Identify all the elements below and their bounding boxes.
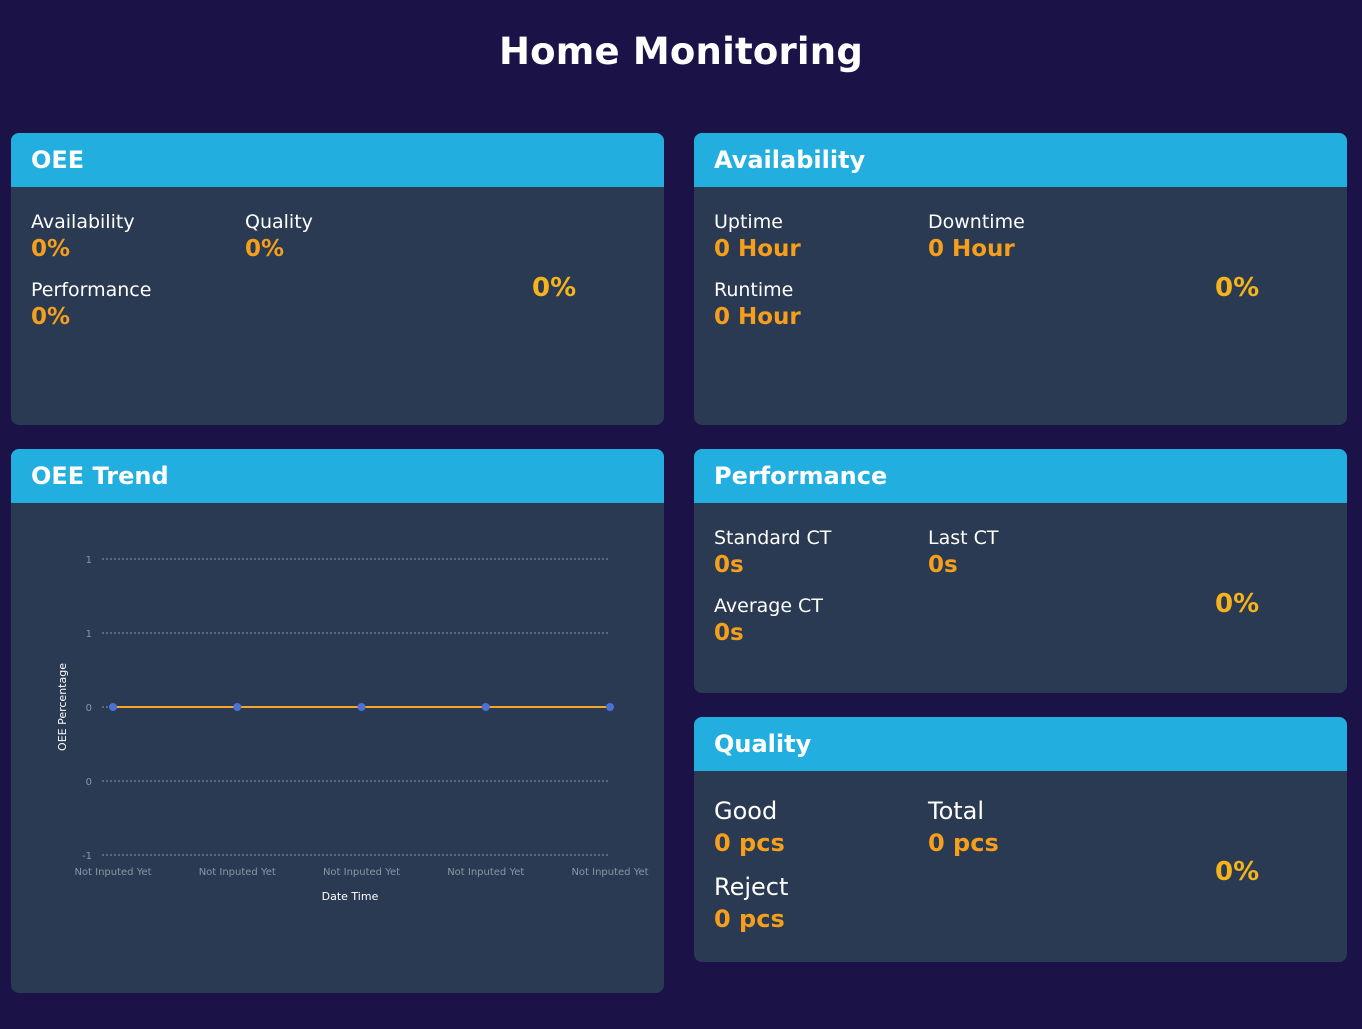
- quality-card: Quality Good 0 pcs Total 0 pcs Reject 0 …: [694, 717, 1347, 962]
- chart-y-tick-label: -1: [82, 851, 92, 862]
- chart-x-tick-label: Not Inputed Yet: [571, 867, 648, 878]
- good-value: 0 pcs: [714, 829, 785, 857]
- chart-data-point[interactable]: [233, 703, 242, 711]
- total-value: 0 pcs: [928, 829, 999, 857]
- standard-ct-label: Standard CT: [714, 527, 832, 549]
- downtime-label: Downtime: [928, 211, 1025, 233]
- chart-x-tick-label: Not Inputed Yet: [199, 867, 276, 878]
- oee-trend-chart: 1100-1 Not Inputed Yet Not Inputed Yet Not…: [56, 555, 649, 903]
- uptime-metric: Uptime 0 Hour: [714, 210, 801, 264]
- average-ct-label: Average CT: [714, 595, 823, 617]
- chart-y-ticks: 1 1 0 0 -1: [82, 555, 92, 862]
- oee-quality-value: 0%: [245, 236, 285, 262]
- availability-overall-value: 0%: [1215, 273, 1260, 303]
- chart-x-tick-label: Not Inputed Yet: [447, 867, 524, 878]
- chart-data-point[interactable]: [357, 703, 366, 711]
- performance-card: Performance Standard CT 0s Last CT 0s Av…: [694, 449, 1347, 693]
- runtime-metric: Runtime 0 Hour: [714, 278, 801, 332]
- last-ct-metric: Last CT 0s: [928, 526, 999, 580]
- oee-performance-label: Performance: [31, 279, 152, 301]
- last-ct-label: Last CT: [928, 527, 999, 549]
- uptime-value: 0 Hour: [714, 236, 801, 262]
- downtime-value: 0 Hour: [928, 236, 1015, 262]
- total-metric: Total 0 pcs: [928, 796, 999, 860]
- chart-x-ticks: Not Inputed Yet Not Inputed Yet Not Inpute…: [74, 867, 648, 878]
- availability-card-title: Availability: [694, 133, 1347, 187]
- oee-overall-value: 0%: [532, 273, 577, 303]
- performance-card-title: Performance: [694, 449, 1347, 503]
- reject-label: Reject: [714, 873, 789, 901]
- quality-card-title: Quality: [694, 717, 1347, 771]
- chart-x-tick-label: Not Inputed Yet: [74, 867, 151, 878]
- uptime-label: Uptime: [714, 211, 783, 233]
- oee-trend-card: OEE Trend 1 1 0 0 -1 Not Inputed Yet Not Inpu…: [11, 449, 664, 993]
- oee-performance-value: 0%: [31, 304, 71, 330]
- oee-availability-label: Availability: [31, 211, 135, 233]
- standard-ct-value: 0s: [714, 552, 744, 578]
- downtime-metric: Downtime 0 Hour: [928, 210, 1025, 264]
- oee-quality-label: Quality: [245, 211, 313, 233]
- average-ct-value: 0s: [714, 620, 744, 646]
- quality-overall-value: 0%: [1215, 857, 1260, 887]
- chart-y-axis-label: OEE Percentage: [56, 663, 69, 751]
- page-title: Home Monitoring: [498, 30, 864, 73]
- runtime-value: 0 Hour: [714, 304, 801, 330]
- chart-x-axis-label: Date Time: [322, 890, 379, 903]
- reject-metric: Reject 0 pcs: [714, 872, 788, 936]
- chart-series: [109, 703, 614, 711]
- oee-performance-metric: Performance 0%: [31, 278, 151, 332]
- chart-y-tick-label: 0: [86, 703, 92, 714]
- oee-quality-metric: Quality 0%: [245, 210, 313, 264]
- runtime-label: Runtime: [714, 279, 794, 301]
- chart-data-point[interactable]: [481, 703, 490, 711]
- total-label: Total: [928, 797, 985, 825]
- availability-card: Availability Uptime 0 Hour Downtime 0 Ho…: [694, 133, 1347, 425]
- chart-data-point[interactable]: [109, 703, 117, 711]
- reject-value: 0 pcs: [714, 905, 785, 933]
- oee-trend-card-title: OEE Trend: [11, 449, 664, 503]
- chart-data-point[interactable]: [606, 703, 614, 711]
- oee-availability-value: 0%: [31, 236, 71, 262]
- last-ct-value: 0s: [928, 552, 958, 578]
- oee-availability-metric: Availability 0%: [31, 210, 135, 264]
- chart-x-tick-label: Not Inputed Yet: [323, 867, 400, 878]
- good-metric: Good 0 pcs: [714, 796, 785, 860]
- performance-overall-value: 0%: [1215, 589, 1260, 619]
- chart-y-tick-label: 0: [86, 777, 92, 788]
- average-ct-metric: Average CT 0s: [714, 594, 823, 648]
- standard-ct-metric: Standard CT 0s: [714, 526, 831, 580]
- chart-y-tick-label: 1: [86, 629, 92, 640]
- chart-y-tick-label: 1: [86, 555, 92, 566]
- oee-card-title: OEE: [11, 133, 664, 187]
- good-label: Good: [714, 797, 778, 825]
- oee-card: OEE Availability 0% Quality 0% Performan…: [11, 133, 664, 425]
